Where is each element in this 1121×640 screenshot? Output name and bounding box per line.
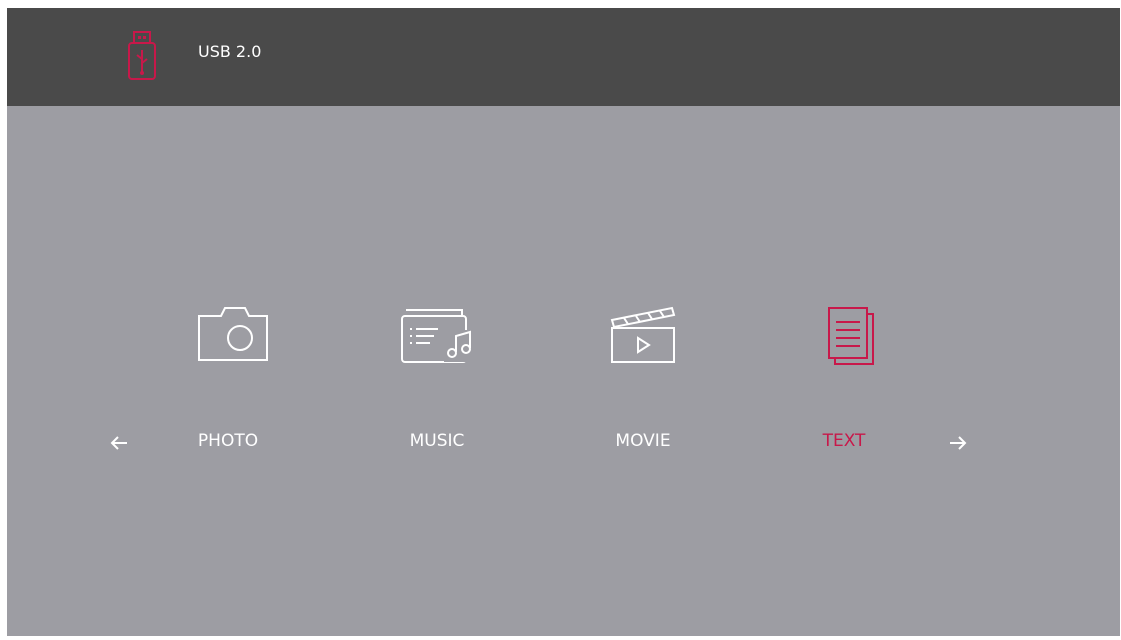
header-bar: USB 2.0	[7, 8, 1120, 106]
menu-item-movie[interactable]: MOVIE	[578, 298, 708, 468]
clapperboard-icon	[610, 306, 676, 363]
menu-item-label: TEXT	[822, 431, 866, 451]
usb-drive-icon	[128, 31, 156, 80]
device-name: USB 2.0	[198, 42, 262, 61]
arrow-right-icon[interactable]	[946, 431, 970, 455]
menu-item-photo[interactable]: PHOTO	[163, 298, 293, 468]
menu-item-music[interactable]: MUSIC	[372, 298, 502, 468]
menu-item-label: MOVIE	[615, 431, 671, 451]
arrow-left-icon[interactable]	[107, 431, 131, 455]
menu-item-label: PHOTO	[197, 431, 259, 451]
menu-item-text[interactable]: TEXT	[779, 298, 909, 468]
music-folder-icon	[401, 309, 474, 363]
menu-item-label: MUSIC	[409, 431, 465, 451]
usb-media-screen: USB 2.0 PHOTO MUSIC MOVIE TEXT	[7, 8, 1120, 636]
camera-icon	[198, 307, 268, 361]
document-icon	[828, 307, 874, 365]
